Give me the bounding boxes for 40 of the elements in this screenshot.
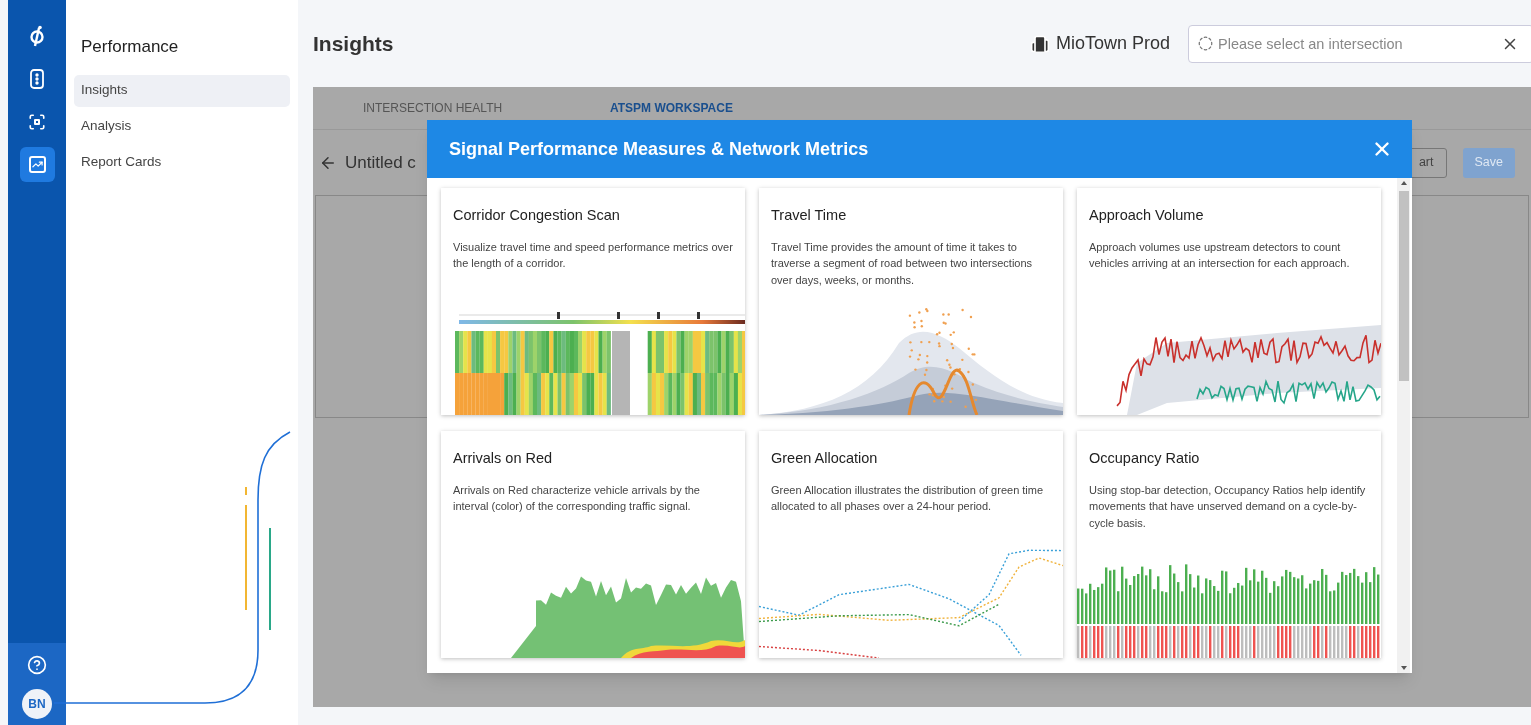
intersection-icon (1198, 35, 1213, 51)
card-description: Arrivals on Red characterize vehicle arrivals by the interval (color) of the corresponding traffic signal. (452, 482, 701, 515)
metric-card[interactable]: Travel Time Travel Time provides the amount of time it takes to traverse a segment of road between two intersections over days, weeks, or months. (759, 188, 1063, 415)
nav-item[interactable]: Insights (74, 74, 290, 107)
logo-icon (29, 25, 45, 47)
scan-icon (28, 112, 46, 131)
building-icon (1029, 33, 1050, 54)
nav-item[interactable]: Report Cards (74, 146, 290, 179)
dialog-title: Signal Performance Measures & Network Metrics (449, 137, 869, 161)
card-description: Travel Time provides the amount of time it takes to traverse a segment of road between two intersections over days, weeks, or months. (770, 239, 1034, 288)
card-description: Visualize travel time and speed performance metrics over the length of a corridor. (452, 239, 734, 272)
card-description: Approach volumes use upstream detectors to count vehicles arriving at an intersection for each approach. (1088, 239, 1351, 272)
card-description: Green Allocation illustrates the distribution of green time allocated to all phases over a 24-hour period. (770, 482, 1045, 515)
rail-button[interactable] (19, 147, 55, 182)
metric-card[interactable]: Corridor Congestion Scan Visualize travel time and speed performance metrics over the length of a corridor. (441, 188, 745, 415)
panel-title: Performance (80, 36, 180, 58)
chart-icon (28, 156, 46, 173)
organization-name: MioTown Prod (1055, 32, 1170, 55)
metric-card[interactable]: Approach Volume Approach volumes use upstream detectors to count vehicles arriving at an intersection for each approach. (1077, 188, 1381, 415)
workspace-title: Untitled c (345, 151, 416, 174)
card-title: Approach Volume (1088, 206, 1205, 225)
card-title: Green Allocation (770, 449, 879, 468)
nav-item[interactable]: Analysis (74, 110, 290, 143)
scroll-down-icon[interactable] (1400, 666, 1407, 670)
page-title: Insights (313, 30, 394, 57)
card-description: Using stop-bar detection, Occupancy Ratios help identify movements that have unserved demand on a cycle-by-cycle basis. (1088, 482, 1367, 531)
card-title: Travel Time (770, 206, 848, 225)
metric-card[interactable]: Arrivals on Red Arrivals on Red characterize vehicle arrivals by the interval (color) of the corresponding traffic signal. (441, 431, 745, 658)
metric-card[interactable]: Green Allocation Green Allocation illustrates the distribution of green time allocated to all phases over a 24-hour period. (759, 431, 1063, 658)
scrollbar[interactable] (1397, 178, 1410, 673)
card-title: Corridor Congestion Scan (452, 206, 621, 225)
traffic-light-icon (30, 68, 44, 89)
metric-card[interactable]: Occupancy Ratio Using stop-bar detection, Occupancy Ratios help identify movements that have unserved demand on a cycle-by-cycle basis. (1077, 431, 1381, 658)
intersection-search-field[interactable]: Please select an intersection (1188, 24, 1531, 63)
scrollbar-thumb[interactable] (1398, 191, 1409, 381)
user-avatar[interactable]: BN (22, 689, 52, 719)
help-icon[interactable] (27, 655, 47, 675)
scroll-up-icon[interactable] (1400, 181, 1407, 185)
card-title: Occupancy Ratio (1088, 449, 1201, 468)
card-title: Arrivals on Red (452, 449, 554, 468)
